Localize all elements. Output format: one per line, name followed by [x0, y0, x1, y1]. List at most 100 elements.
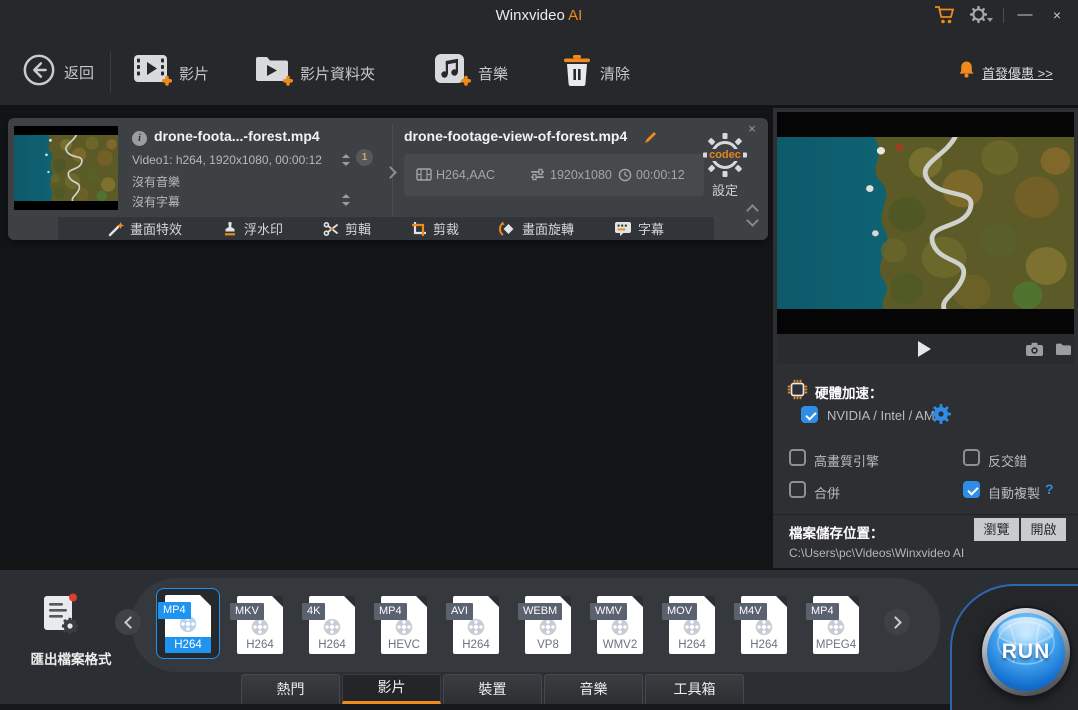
info-icon[interactable]: i [132, 131, 147, 146]
format-container: MP4 [158, 602, 191, 619]
thumbnail-image [14, 135, 118, 201]
app-title: Winxvideo AI [0, 7, 1078, 24]
format-card[interactable]: H264 MOV [669, 596, 715, 654]
back-button[interactable]: 返回 [22, 53, 112, 91]
reel-icon [680, 617, 704, 637]
run-button[interactable]: RUN [982, 608, 1070, 696]
add-video-folder-button[interactable]: 影片資料夾 [254, 52, 394, 92]
format-codec: HEVC [381, 639, 427, 651]
hq-engine-checkbox[interactable] [789, 449, 806, 466]
format-card[interactable]: MPEG4 MP4 [813, 596, 859, 654]
caret-down-icon [987, 18, 993, 22]
tab-video[interactable]: 影片 [342, 674, 441, 704]
format-scroll-left-button[interactable] [115, 609, 141, 635]
rotate-button[interactable]: 畫面旋轉 [499, 219, 574, 238]
gpu-checkbox[interactable] [801, 406, 818, 423]
scroll-down-icon[interactable] [746, 214, 759, 227]
save-path: C:\Users\pc\Videos\Winxvideo AI [789, 546, 964, 560]
trim-button[interactable]: 剪輯 [323, 219, 371, 238]
format-codec: H264 [741, 639, 787, 651]
subtitle-button[interactable]: 字幕 [614, 219, 664, 238]
format-card[interactable]: WMV2 WMV [597, 596, 643, 654]
hardware-accel-label: 硬體加速： [815, 382, 883, 402]
add-video-button[interactable]: 影片 [133, 52, 243, 92]
format-container: AVI [446, 603, 473, 620]
clock-icon [618, 168, 632, 182]
export-format-icon [36, 590, 86, 645]
format-card-selected[interactable]: H264 MP4 [156, 588, 220, 659]
format-container: 4K [302, 603, 325, 620]
format-card[interactable]: H264 M4V [741, 596, 787, 654]
play-button[interactable] [918, 341, 931, 357]
cart-button[interactable] [934, 5, 958, 25]
format-card[interactable]: H264 AVI [453, 596, 499, 654]
tab-popular[interactable]: 熱門 [241, 674, 340, 704]
open-folder-button[interactable] [1055, 342, 1072, 361]
format-codec: H264 [669, 639, 715, 651]
crop-icon [411, 221, 427, 237]
clear-button[interactable]: 清除 [560, 52, 660, 92]
output-info-pill: H264,AAC 1920x1080 00:00:12 [404, 154, 704, 196]
close-button[interactable]: × [1044, 2, 1070, 28]
format-card[interactable]: VP8 WEBM [525, 596, 571, 654]
format-codec: H264 [237, 639, 283, 651]
subtitle-track-spinner[interactable] [342, 194, 350, 206]
format-card[interactable]: HEVC MP4 [381, 596, 427, 654]
settings-menu-button[interactable] [970, 6, 992, 26]
open-button[interactable]: 開啟 [1021, 518, 1066, 541]
preview-panel: 硬體加速： NVIDIA / Intel / AMD 高畫質引擎 反交錯 合併 … [773, 108, 1078, 568]
app-title-text: Winxvideo [496, 7, 565, 24]
format-codec: H264 [309, 639, 355, 651]
codec-settings-button[interactable]: codec [702, 132, 748, 178]
run-button-area: RUN [950, 584, 1078, 710]
codec-gear-text-inner: codec [707, 149, 743, 161]
output-duration: 00:00:12 [636, 168, 685, 182]
tab-music[interactable]: 音樂 [544, 674, 643, 704]
subtitle-icon [614, 221, 632, 237]
minimize-button[interactable]: — [1012, 2, 1038, 28]
pencil-icon [644, 130, 658, 144]
effects-label: 畫面特效 [130, 219, 182, 238]
video-preview[interactable] [777, 112, 1074, 334]
video-track-spinner[interactable] [342, 154, 350, 166]
app-title-accent: AI [568, 7, 582, 24]
folder-icon [1055, 342, 1072, 356]
merge-checkbox[interactable] [789, 481, 806, 498]
header: Winxvideo AI — × [0, 0, 1078, 105]
format-card[interactable]: H264 4K [309, 596, 355, 654]
add-music-button[interactable]: 音樂 [432, 52, 532, 92]
reel-icon [248, 617, 272, 637]
resolution-icon [530, 168, 545, 181]
trim-label: 剪輯 [345, 219, 371, 238]
crop-button[interactable]: 剪裁 [411, 219, 459, 238]
rename-button[interactable] [644, 130, 658, 144]
bottom-edge [0, 704, 1078, 710]
gpu-settings-button[interactable] [931, 404, 951, 424]
blue-gear-icon [931, 404, 951, 424]
format-codec: H264 [165, 637, 211, 653]
format-scroll-right-button[interactable] [884, 609, 910, 635]
promo-link[interactable]: 首發優惠 >> [958, 60, 975, 84]
auto-copy-checkbox[interactable] [963, 481, 980, 498]
back-label: 返回 [64, 62, 94, 83]
clear-label: 清除 [600, 63, 630, 84]
format-card[interactable]: H264 MKV [237, 596, 283, 654]
edit-tool-strip: 畫面特效 浮水印 剪輯 [58, 217, 714, 240]
video-thumbnail[interactable] [14, 126, 118, 210]
promo-link-text: 首發優惠 >> [982, 63, 1053, 82]
browse-button[interactable]: 瀏覽 [974, 518, 1019, 541]
tab-toolbox[interactable]: 工具箱 [645, 674, 744, 704]
merge-label: 合併 [814, 483, 840, 502]
help-icon[interactable]: ? [1045, 481, 1054, 497]
tab-device[interactable]: 裝置 [443, 674, 542, 704]
format-container: MKV [230, 603, 264, 620]
format-codec: MPEG4 [813, 639, 859, 651]
snapshot-button[interactable] [1025, 342, 1044, 362]
watermark-button[interactable]: 浮水印 [222, 219, 283, 238]
run-sphere: RUN [987, 613, 1065, 691]
remove-file-button[interactable]: × [743, 120, 761, 138]
hq-engine-label: 高畫質引擎 [814, 451, 879, 470]
effects-button[interactable]: 畫面特效 [108, 219, 182, 238]
deinterlace-checkbox[interactable] [963, 449, 980, 466]
subtitle-label: 字幕 [638, 219, 664, 238]
